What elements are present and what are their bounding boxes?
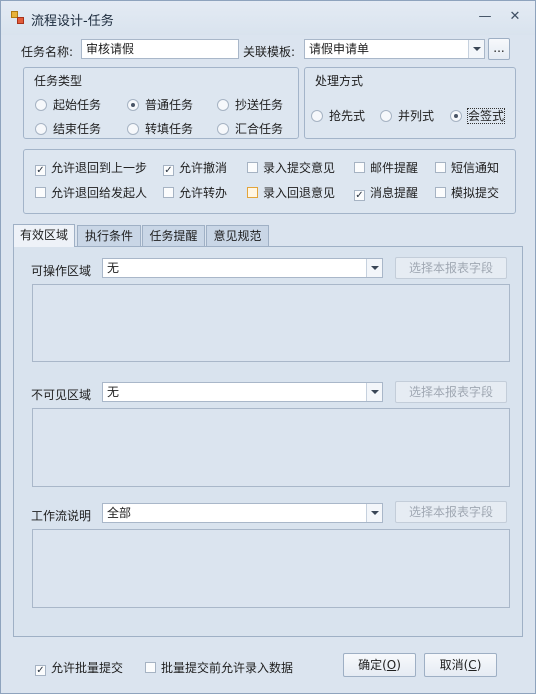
editable-area-textarea[interactable] [32,284,510,362]
browse-button[interactable]: ... [488,38,510,60]
radio-preemptive[interactable]: 抢先式 [311,107,365,124]
task-type-title: 任务类型 [34,74,83,88]
app-icon [11,11,25,25]
checkbox-message-reminder[interactable]: ✓ 消息提醒 [354,184,418,201]
editable-area-select[interactable]: 无 [102,258,383,278]
close-button[interactable]: ✕ [504,7,526,27]
radio-parallel[interactable]: 并列式 [380,107,434,124]
window-title: 流程设计-任务 [31,14,114,29]
task-name-input[interactable]: 审核请假 [81,39,239,59]
radio-transfer-task[interactable]: 转填任务 [127,120,193,137]
checkbox-allow-return-initiator[interactable]: 允许退回给发起人 [35,184,147,201]
chevron-down-icon[interactable] [366,259,382,277]
title-bar: 流程设计-任务 — ✕ [1,1,535,35]
template-select[interactable]: 请假申请单 [304,39,485,59]
task-design-window: 流程设计-任务 — ✕ 任务名称: 审核请假 关联模板: 请假申请单 ... 任… [0,0,536,694]
workflow-desc-textarea[interactable] [32,529,510,608]
radio-merge-task[interactable]: 汇合任务 [217,120,283,137]
checkbox-allow-delegate[interactable]: 允许转办 [163,184,227,201]
checkbox-simulate-submit[interactable]: 模拟提交 [435,184,499,201]
invisible-area-textarea[interactable] [32,408,510,487]
tab-task-reminder[interactable]: 任务提醒 [142,225,205,247]
process-mode-title: 处理方式 [315,74,364,88]
checkbox-return-comment[interactable]: 录入回退意见 [247,184,335,201]
radio-end-task[interactable]: 结束任务 [35,120,101,137]
chevron-down-icon[interactable] [366,504,382,522]
checkbox-sms-notify[interactable]: 短信通知 [435,159,499,176]
radio-countersign[interactable]: 会签式 [450,107,506,124]
checkbox-submit-comment[interactable]: 录入提交意见 [247,159,335,176]
minimize-button[interactable]: — [474,7,496,27]
editable-area-label: 可操作区域 [31,264,92,278]
invisible-area-select[interactable]: 无 [102,382,383,402]
checkbox-batch-input-before-submit[interactable]: 批量提交前允许录入数据 [145,659,293,676]
workflow-desc-label: 工作流说明 [31,509,92,523]
workflow-desc-value: 全部 [107,506,132,520]
template-select-value: 请假申请单 [309,42,370,56]
select-field-button-2[interactable]: 选择本报表字段 [395,381,507,403]
select-field-button-3[interactable]: 选择本报表字段 [395,501,507,523]
process-mode-group: 处理方式 [304,67,516,139]
radio-cc-task[interactable]: 抄送任务 [217,96,283,113]
tab-exec-condition[interactable]: 执行条件 [77,225,141,247]
checkbox-allow-batch-submit[interactable]: ✓ 允许批量提交 [35,659,123,676]
checkbox-email-reminder[interactable]: 邮件提醒 [354,159,418,176]
invisible-area-label: 不可见区域 [31,388,92,402]
template-label: 关联模板: [243,45,296,59]
tab-valid-area[interactable]: 有效区域 [13,224,75,247]
radio-start-task[interactable]: 起始任务 [35,96,101,113]
checkbox-allow-return-previous[interactable]: ✓ 允许退回到上一步 [35,159,147,176]
editable-area-value: 无 [107,261,120,275]
checkbox-allow-revoke[interactable]: ✓ 允许撤消 [163,159,227,176]
task-name-label: 任务名称: [21,45,74,59]
ok-button[interactable]: 确定(O) [343,653,416,677]
chevron-down-icon[interactable] [468,40,484,58]
tab-comment-rules[interactable]: 意见规范 [206,225,269,247]
workflow-desc-select[interactable]: 全部 [102,503,383,523]
cancel-button[interactable]: 取消(C) [424,653,497,677]
chevron-down-icon[interactable] [366,383,382,401]
radio-normal-task[interactable]: 普通任务 [127,96,193,113]
select-field-button-1[interactable]: 选择本报表字段 [395,257,507,279]
invisible-area-value: 无 [107,385,120,399]
